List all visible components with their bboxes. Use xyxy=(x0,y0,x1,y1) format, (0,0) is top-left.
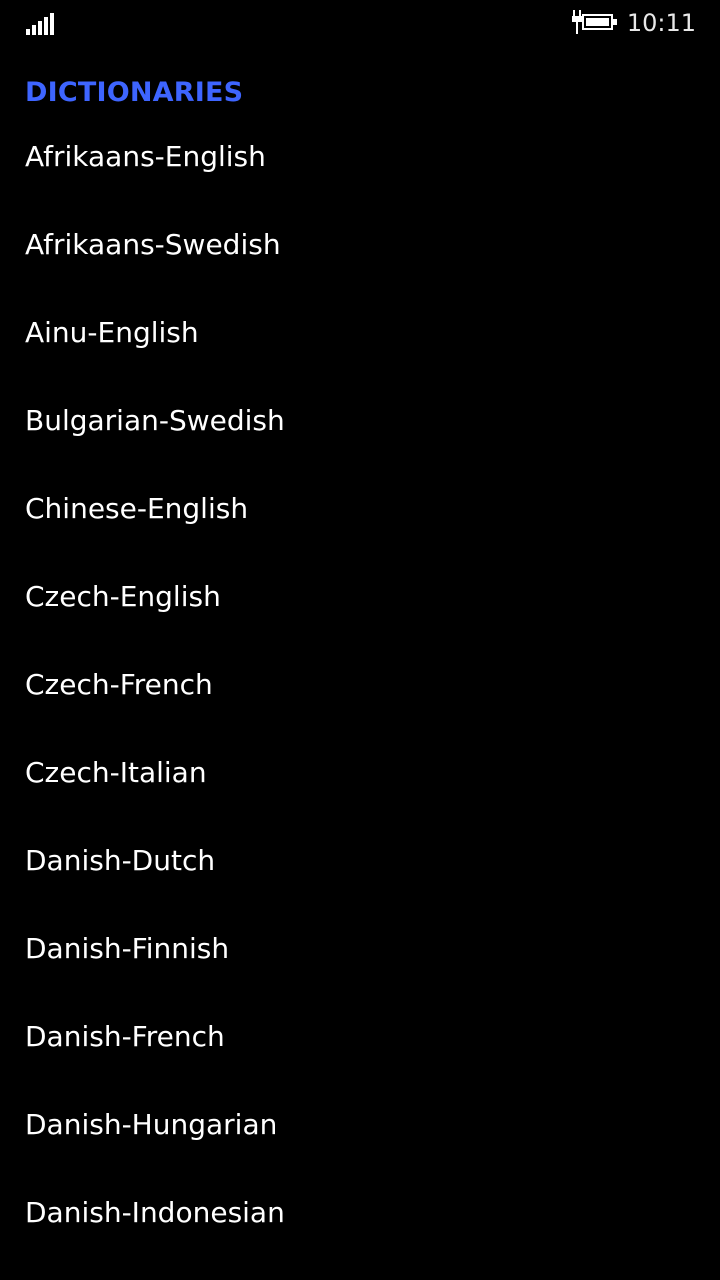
battery-body xyxy=(582,14,613,30)
list-item[interactable]: Czech-French xyxy=(0,660,720,748)
signal-strength-icon xyxy=(26,13,56,35)
list-item[interactable]: Afrikaans-Swedish xyxy=(0,220,720,308)
list-item[interactable]: Afrikaans-English xyxy=(0,132,720,220)
list-item[interactable]: Bulgarian-Swedish xyxy=(0,396,720,484)
list-item[interactable]: Danish-French xyxy=(0,1012,720,1100)
list-item[interactable]: Danish-Indonesian xyxy=(0,1188,720,1276)
list-item[interactable]: Danish-Finnish xyxy=(0,924,720,1012)
status-bar: 10:11 xyxy=(0,0,720,48)
list-item[interactable]: Danish-Dutch xyxy=(0,836,720,924)
dictionary-list: Afrikaans-English Afrikaans-Swedish Ainu-E… xyxy=(0,132,720,1276)
list-item[interactable]: Danish-Hungarian xyxy=(0,1100,720,1188)
list-item[interactable]: Ainu-English xyxy=(0,308,720,396)
list-item[interactable]: Chinese-English xyxy=(0,484,720,572)
page-title: DICTIONARIES xyxy=(25,77,244,108)
list-item[interactable]: Czech-Italian xyxy=(0,748,720,836)
list-item[interactable]: Czech-English xyxy=(0,572,720,660)
battery-charging-icon xyxy=(571,10,621,34)
status-time: 10:11 xyxy=(626,9,696,37)
